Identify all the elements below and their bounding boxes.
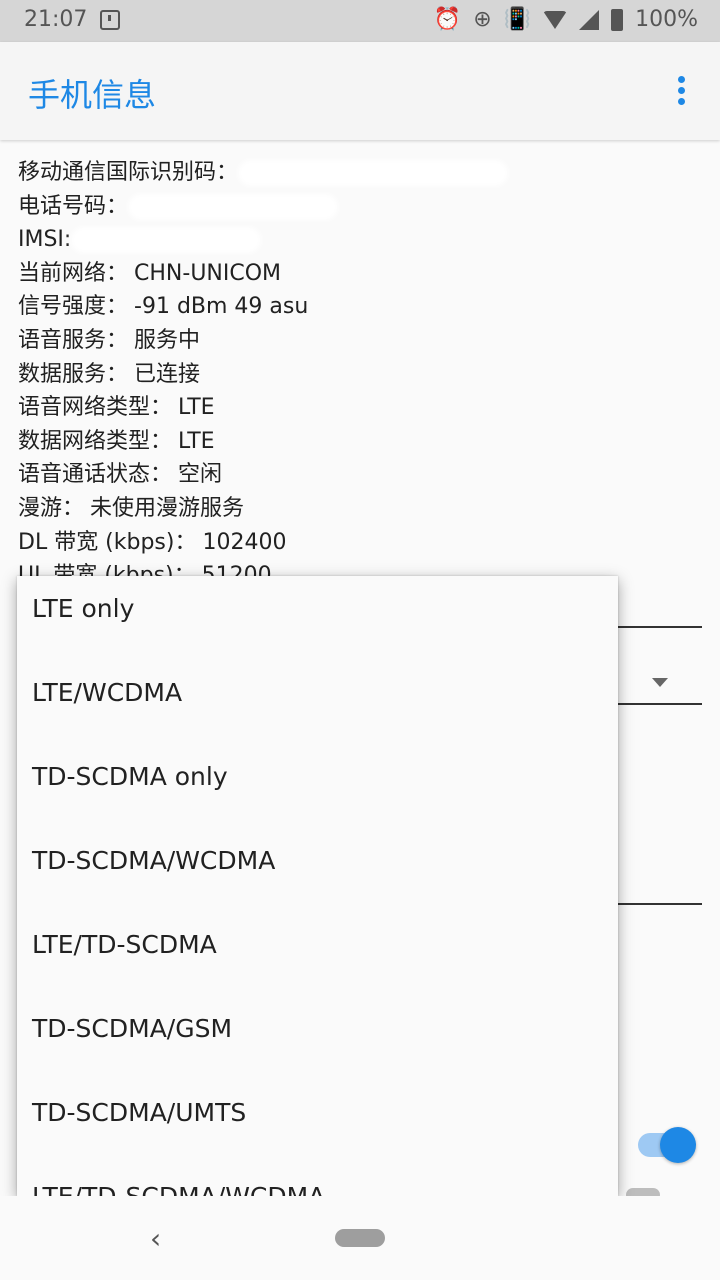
status-bar: 21:07 ⏰ ⊕ 📳 100% bbox=[0, 0, 720, 42]
info-value: 已连接 bbox=[134, 361, 201, 387]
info-label: DL 带宽 (kbps)： bbox=[18, 529, 197, 555]
dropdown-option[interactable]: TD-SCDMA/WCDMA bbox=[17, 828, 618, 912]
dropdown-caret-icon[interactable] bbox=[652, 678, 668, 687]
dropdown-option[interactable]: LTE only bbox=[17, 576, 618, 660]
alarm-icon: ⏰ bbox=[433, 6, 462, 32]
info-label: 信号强度： bbox=[18, 294, 129, 320]
info-value: LTE bbox=[178, 428, 215, 454]
cell-signal-icon bbox=[579, 9, 600, 30]
info-value: 102400 bbox=[202, 529, 287, 555]
info-value: 服务中 bbox=[134, 327, 201, 353]
info-row: 数据网络类型： LTE bbox=[18, 425, 508, 459]
network-type-dropdown: LTE only LTE/WCDMA TD-SCDMA only TD-SCDMA/W… bbox=[17, 576, 618, 1196]
status-icons: ⏰ ⊕ 📳 100% bbox=[434, 7, 698, 32]
info-label: 语音服务： bbox=[18, 327, 129, 353]
info-row: 移动通信国际识别码： bbox=[18, 156, 509, 190]
info-row: 电话号码： bbox=[18, 190, 508, 224]
info-label: 移动通信国际识别码： bbox=[18, 160, 239, 185]
info-label: 数据服务： bbox=[18, 361, 129, 387]
info-row: 漫游： 未使用漫游服务 bbox=[18, 492, 508, 526]
page-title: 手机信息 bbox=[28, 76, 157, 114]
more-options-icon[interactable] bbox=[666, 76, 696, 112]
info-label: 漫游： bbox=[18, 495, 85, 521]
battery-icon bbox=[611, 8, 624, 31]
info-label: IMSI: bbox=[18, 227, 72, 253]
status-time: 21:07 bbox=[24, 7, 88, 32]
redacted-value bbox=[238, 160, 509, 186]
info-row: 语音网络类型： LTE bbox=[18, 391, 508, 425]
info-label: 语音通话状态： bbox=[18, 462, 173, 488]
info-label: 语音网络类型： bbox=[18, 395, 173, 421]
field-underline bbox=[618, 626, 702, 628]
info-label: 数据网络类型： bbox=[18, 428, 173, 454]
info-row: IMSI: bbox=[18, 223, 508, 257]
dropdown-option[interactable]: LTE/WCDMA bbox=[17, 660, 618, 744]
info-value: 空闲 bbox=[178, 462, 223, 488]
info-value: CHN-UNICOM bbox=[134, 260, 282, 286]
dropdown-option[interactable]: LTE/TD-SCDMA bbox=[17, 912, 618, 996]
app-bar: 手机信息 bbox=[0, 42, 720, 140]
info-value: LTE bbox=[178, 395, 215, 421]
dropdown-option[interactable]: TD-SCDMA/UMTS bbox=[17, 1080, 618, 1164]
info-value: 未使用漫游服务 bbox=[90, 495, 245, 521]
info-row: 数据服务： 已连接 bbox=[18, 358, 508, 392]
wifi-icon bbox=[543, 10, 568, 29]
redacted-value bbox=[71, 227, 262, 254]
home-button[interactable] bbox=[335, 1229, 385, 1247]
battery-percent: 100% bbox=[635, 7, 698, 32]
dropdown-option[interactable]: TD-SCDMA/GSM bbox=[17, 996, 618, 1080]
dropdown-option[interactable]: LTE/TD-SCDMA/WCDMA bbox=[17, 1164, 618, 1196]
info-row: 当前网络： CHN-UNICOM bbox=[18, 257, 508, 291]
toggle-switch-thumb[interactable] bbox=[660, 1127, 696, 1163]
vibrate-icon: 📳 bbox=[503, 6, 532, 32]
data-saver-icon: ⊕ bbox=[473, 6, 492, 32]
redacted-value bbox=[128, 193, 339, 220]
sim-card-icon bbox=[100, 10, 120, 30]
info-row: 语音通话状态： 空闲 bbox=[18, 458, 508, 492]
info-label: 电话号码： bbox=[18, 193, 129, 219]
phone-info-list: 移动通信国际识别码： 电话号码： IMSI: 当前网络： CHN-UNICOM 信号强度：… bbox=[18, 156, 509, 593]
info-row: DL 带宽 (kbps)： 102400 bbox=[18, 526, 508, 560]
field-underline bbox=[618, 903, 702, 905]
back-icon[interactable]: ‹ bbox=[150, 1222, 161, 1255]
info-value: -91 dBm 49 asu bbox=[134, 294, 309, 320]
dropdown-option[interactable]: TD-SCDMA only bbox=[17, 744, 618, 828]
info-label: 当前网络： bbox=[18, 260, 129, 286]
spinner-underline bbox=[618, 703, 702, 705]
info-row: 语音服务： 服务中 bbox=[18, 324, 508, 358]
info-row: 信号强度： -91 dBm 49 asu bbox=[18, 290, 508, 324]
